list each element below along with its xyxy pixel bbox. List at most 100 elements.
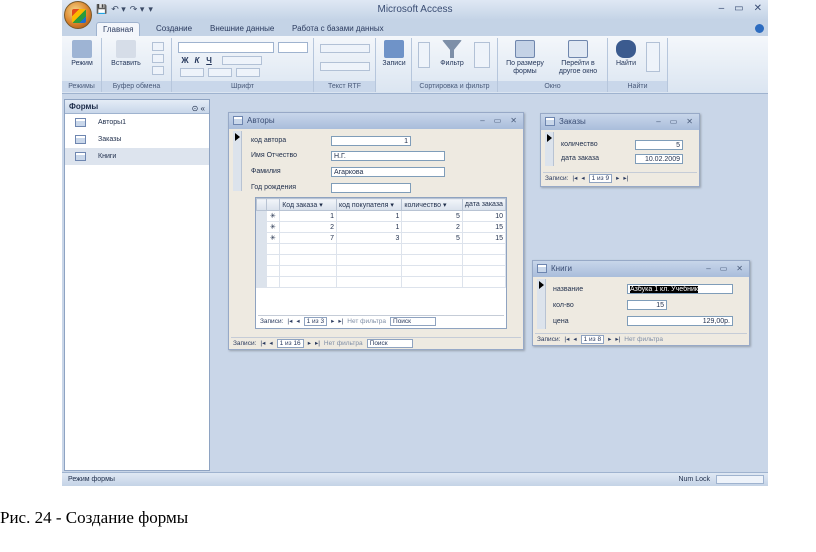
table-cell[interactable]: 1 <box>279 210 337 222</box>
next-record-button[interactable]: ▸ <box>308 338 311 349</box>
nav-header[interactable]: Формы ⊙ « <box>65 100 209 114</box>
font-name-combo[interactable] <box>178 42 274 53</box>
current-record-field[interactable]: 1 из 8 <box>580 334 605 344</box>
table-cell[interactable]: 5 <box>401 232 463 244</box>
minimize-button[interactable]: – <box>719 3 725 14</box>
next-record-button[interactable]: ▸ <box>616 173 619 184</box>
first-record-button[interactable]: |◂ <box>572 173 577 184</box>
switch-windows-button[interactable]: Перейти в другое окно <box>552 40 604 76</box>
first-record-button[interactable]: |◂ <box>287 316 292 327</box>
table-row[interactable] <box>256 276 506 288</box>
table-row[interactable]: ✳ 2 1 2 15 <box>256 221 506 233</box>
birth-year-field[interactable] <box>331 183 411 193</box>
expand-icon[interactable]: ✳ <box>265 221 281 233</box>
office-button[interactable] <box>64 1 92 29</box>
record-selector[interactable] <box>537 279 546 329</box>
column-header[interactable]: дата заказа <box>461 198 506 211</box>
indent-buttons[interactable] <box>320 44 370 53</box>
last-record-button[interactable]: ▸| <box>315 338 320 349</box>
cut-icon[interactable] <box>152 42 164 51</box>
form-window-controls[interactable]: – ▭ ✕ <box>480 113 517 129</box>
last-record-button[interactable]: ▸| <box>338 316 343 327</box>
column-header[interactable]: код покупателя ▾ <box>335 198 403 211</box>
table-cell[interactable]: 5 <box>401 210 463 222</box>
table-cell[interactable]: 1 <box>335 221 403 233</box>
view-switcher-icons[interactable] <box>716 475 764 484</box>
tab-home[interactable]: Главная <box>96 22 141 36</box>
form-window-controls[interactable]: – ▭ ✕ <box>706 261 743 277</box>
filter-button[interactable]: Фильтр <box>436 40 468 68</box>
tab-external-data[interactable]: Внешние данные <box>204 22 280 36</box>
next-record-button[interactable]: ▸ <box>608 334 611 345</box>
bold-button[interactable]: Ж <box>180 56 190 65</box>
table-cell[interactable]: 15 <box>461 221 506 233</box>
record-selector[interactable] <box>233 131 242 191</box>
expand-icon[interactable]: ✳ <box>265 210 281 222</box>
filter-options-icon[interactable] <box>474 42 490 68</box>
surname-field[interactable]: Агаркова <box>331 167 445 177</box>
help-icon[interactable] <box>755 24 764 33</box>
price-field[interactable]: 129,00р. <box>627 316 733 326</box>
first-record-button[interactable]: |◂ <box>564 334 569 345</box>
table-cell[interactable]: 10 <box>461 210 506 222</box>
table-cell[interactable]: 1 <box>335 210 403 222</box>
copy-icon[interactable] <box>152 54 164 63</box>
last-record-button[interactable]: ▸| <box>623 173 628 184</box>
row-selector[interactable] <box>256 232 267 244</box>
author-id-field[interactable]: 1 <box>331 136 411 146</box>
current-record-field[interactable]: 1 из 9 <box>588 173 613 183</box>
prev-record-button[interactable]: ◂ <box>581 173 584 184</box>
close-button[interactable]: ✕ <box>754 3 762 14</box>
current-record-field[interactable]: 1 из 16 <box>276 338 304 348</box>
column-header[interactable]: Код заказа ▾ <box>279 198 337 211</box>
tab-create[interactable]: Создание <box>150 22 198 36</box>
search-input[interactable]: Поиск <box>366 338 413 348</box>
table-cell[interactable]: 3 <box>335 232 403 244</box>
table-cell[interactable]: 7 <box>279 232 337 244</box>
table-row[interactable]: ✳ 1 1 5 10 <box>256 210 506 222</box>
prev-record-button[interactable]: ◂ <box>269 338 272 349</box>
nav-item-authors[interactable]: Авторы1 <box>65 114 209 131</box>
font-size-combo[interactable] <box>278 42 308 53</box>
table-cell[interactable]: 2 <box>279 221 337 233</box>
nav-item-books[interactable]: Книги <box>65 148 209 165</box>
underline-button[interactable]: Ч <box>204 56 214 65</box>
nav-header-controls[interactable]: ⊙ « <box>192 102 205 116</box>
table-row[interactable] <box>256 265 506 277</box>
orders-form-titlebar[interactable]: Заказы – ▭ ✕ <box>541 114 699 130</box>
table-row[interactable] <box>256 254 506 266</box>
first-record-button[interactable]: |◂ <box>260 338 265 349</box>
format-painter-icon[interactable] <box>152 66 164 75</box>
nav-item-orders[interactable]: Заказы <box>65 131 209 148</box>
italic-button[interactable]: К <box>192 56 202 65</box>
form-window-controls[interactable]: – ▭ ✕ <box>656 114 693 130</box>
title-field[interactable]: Азбука 1 кл. Учебник <box>627 284 733 294</box>
maximize-button[interactable]: ▭ <box>734 3 743 14</box>
name-field[interactable]: Н.Г. <box>331 151 445 161</box>
prev-record-button[interactable]: ◂ <box>296 316 299 327</box>
row-selector[interactable] <box>256 221 267 233</box>
prev-record-button[interactable]: ◂ <box>573 334 576 345</box>
row-selector[interactable] <box>256 210 267 222</box>
paste-button[interactable]: Вставить <box>106 40 146 68</box>
expand-icon[interactable]: ✳ <box>265 232 281 244</box>
gridlines-button[interactable] <box>236 68 260 77</box>
select-all-corner[interactable] <box>256 198 267 211</box>
list-buttons[interactable] <box>320 62 370 71</box>
view-button[interactable]: Режим <box>65 40 99 68</box>
table-cell[interactable]: 15 <box>461 232 506 244</box>
find-button[interactable]: Найти <box>610 40 642 68</box>
records-button[interactable]: Записи <box>378 40 410 68</box>
tab-database-tools[interactable]: Работа с базами данных <box>286 22 390 36</box>
align-buttons[interactable] <box>222 56 262 65</box>
next-record-button[interactable]: ▸ <box>331 316 334 327</box>
last-record-button[interactable]: ▸| <box>615 334 620 345</box>
filter-status[interactable]: Нет фильтра <box>624 334 663 345</box>
font-color-button[interactable] <box>180 68 204 77</box>
authors-form-titlebar[interactable]: Авторы – ▭ ✕ <box>229 113 523 129</box>
order-date-field[interactable]: 10.02.2009 <box>635 154 683 164</box>
filter-status[interactable]: Нет фильтра <box>347 316 386 327</box>
table-row[interactable]: ✳ 7 3 5 15 <box>256 232 506 244</box>
filter-status[interactable]: Нет фильтра <box>324 338 363 349</box>
current-record-field[interactable]: 1 из 3 <box>303 316 328 326</box>
